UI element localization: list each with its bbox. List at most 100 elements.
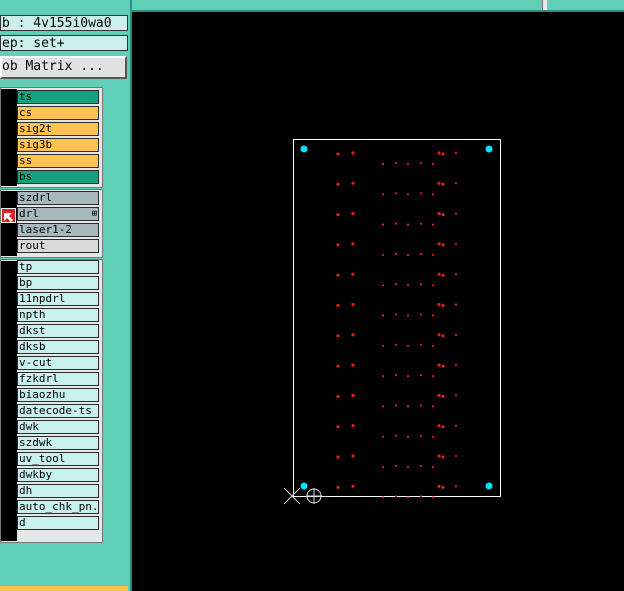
layer-row-rout[interactable]: rout <box>17 239 99 253</box>
drill-hit <box>419 252 423 255</box>
fiducial-icon <box>300 145 308 153</box>
drill-hit <box>454 303 458 306</box>
layer-name: drl <box>19 207 39 220</box>
drill-hit <box>437 424 441 428</box>
layer-row-fzkdrl[interactable]: fzkdrl <box>17 372 99 386</box>
drill-hit <box>431 405 435 408</box>
drill-hit <box>351 151 355 155</box>
layer-row-dkst[interactable]: dkst <box>17 324 99 338</box>
drill-hit <box>437 212 441 216</box>
drill-hit <box>419 495 423 498</box>
layer-row-sig2t[interactable]: sig2t <box>17 122 99 136</box>
drill-hit <box>394 161 398 165</box>
layer-name: biaozhu <box>19 388 66 401</box>
drill-hit <box>381 284 385 287</box>
layer-name: dwkby <box>19 468 53 481</box>
layer-row-dh[interactable]: dh <box>17 484 99 498</box>
layer-row-v-cut[interactable]: v-cut <box>17 356 99 370</box>
drill-hit <box>381 253 385 256</box>
layer-row-dwkby[interactable]: dwkby <box>17 468 99 482</box>
drill-hit <box>437 454 441 458</box>
layer-row-dksb[interactable]: dksb <box>17 340 99 354</box>
drill-hit <box>437 181 441 185</box>
drill-hit <box>441 243 445 247</box>
job-matrix-button[interactable]: ob Matrix ... <box>0 56 127 79</box>
drill-hit <box>336 364 340 368</box>
layer-name: auto_chk_pn. <box>19 500 99 513</box>
drill-hit <box>406 314 410 317</box>
drill-hit <box>454 273 458 276</box>
drill-hit <box>431 284 435 287</box>
bottom-panel-tab[interactable] <box>0 586 128 591</box>
layer-row-szdrl[interactable]: szdrl <box>17 191 99 205</box>
red-arrow-icon <box>1 208 16 223</box>
graphic-canvas[interactable] <box>132 12 624 591</box>
layer-name: sig3b <box>19 138 53 151</box>
drill-hit <box>381 496 385 499</box>
layer-name: szdwk <box>19 436 53 449</box>
drill-hit <box>336 425 340 429</box>
drill-hit <box>419 161 423 165</box>
drill-hit <box>454 364 458 367</box>
layer-row-drl[interactable]: drl ⊞ <box>17 207 99 221</box>
drill-hit <box>381 435 385 438</box>
drill-hit <box>441 273 445 277</box>
drill-hit <box>394 283 398 286</box>
drill-hit <box>406 193 410 196</box>
job-name-label: b : 4v155i0wa0 <box>0 15 128 31</box>
layer-name: laser1-2 <box>19 223 72 236</box>
drill-hit <box>336 182 340 186</box>
drill-hit <box>431 496 435 499</box>
drill-hit <box>454 242 458 245</box>
drill-hit <box>419 404 423 407</box>
toolbar-scroll-handle[interactable] <box>542 0 547 10</box>
layer-row-11npdrl[interactable]: 11npdrl <box>17 292 99 306</box>
drill-hit <box>351 454 355 458</box>
drill-hit <box>419 313 423 316</box>
layer-row-bp[interactable]: bp <box>17 276 99 290</box>
drill-hit <box>394 374 398 377</box>
drill-hit <box>454 151 458 155</box>
drill-hit <box>336 273 340 277</box>
drill-hit <box>441 152 445 156</box>
drill-hit <box>394 222 398 225</box>
drill-hit <box>394 464 398 468</box>
layer-name: dwk <box>19 420 39 433</box>
drill-hit <box>419 374 423 377</box>
layer-name: bs <box>19 170 33 183</box>
layer-row-ss[interactable]: ss <box>17 154 99 168</box>
drill-hit <box>454 212 458 215</box>
layer-row-sig3b[interactable]: sig3b <box>17 138 99 152</box>
drill-hit <box>394 343 398 346</box>
drill-hit <box>336 485 340 489</box>
drill-hit <box>441 425 445 429</box>
layer-row-auto-chk-pn-[interactable]: auto_chk_pn. <box>17 500 99 514</box>
drill-hit <box>431 375 435 378</box>
layer-row-bs[interactable]: bs <box>17 170 99 184</box>
drill-hit <box>381 375 385 378</box>
layer-row-npth[interactable]: npth <box>17 308 99 322</box>
drill-hit <box>419 222 423 225</box>
layer-row-biaozhu[interactable]: biaozhu <box>17 388 99 402</box>
layer-row-szdwk[interactable]: szdwk <box>17 436 99 450</box>
drill-hit <box>441 485 445 489</box>
drill-hit <box>441 455 445 459</box>
layer-row-d[interactable]: d <box>17 516 99 530</box>
drill-hit <box>394 192 398 195</box>
drill-hit <box>394 313 398 316</box>
drill-hit <box>431 162 435 166</box>
layer-row-datecode-ts[interactable]: datecode-ts <box>17 404 99 418</box>
drill-hit <box>454 454 458 458</box>
drill-hit <box>431 435 435 438</box>
layer-row-ts[interactable]: ts <box>17 90 99 104</box>
drill-hit <box>454 485 458 488</box>
drill-hit <box>406 253 410 256</box>
layer-row-cs[interactable]: cs <box>17 106 99 120</box>
drill-hit <box>406 162 410 166</box>
layer-row-laser1-2[interactable]: laser1-2 <box>17 223 99 237</box>
layer-row-uv-tool[interactable]: uv_tool <box>17 452 99 466</box>
layer-name: szdrl <box>19 191 53 204</box>
layer-row-dwk[interactable]: dwk <box>17 420 99 434</box>
drill-hit <box>336 334 340 338</box>
layer-row-tp[interactable]: tp <box>17 260 99 274</box>
